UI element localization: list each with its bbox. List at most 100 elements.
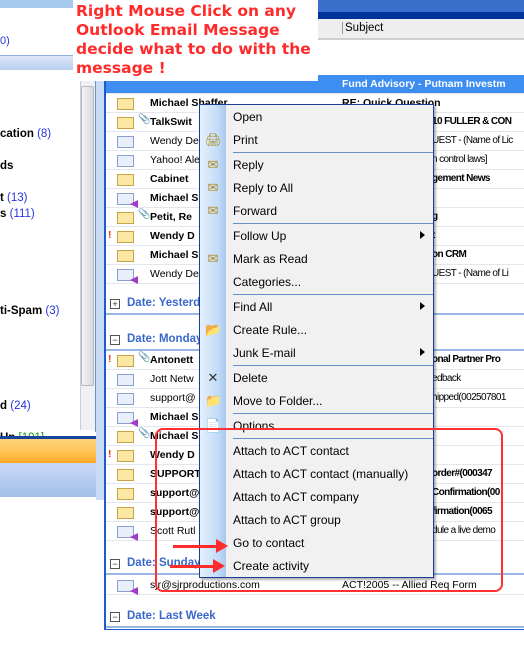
menu-item-delete[interactable]: ✕ Delete [200,367,433,390]
menu-item-junk-e-mail[interactable]: Junk E-mail [200,342,433,365]
collapse-icon[interactable]: − [110,559,120,569]
nav-button-mail[interactable] [0,436,96,463]
message-from: Michael S [150,192,199,204]
menu-separator [233,223,433,224]
menu-item-reply[interactable]: ✉ Reply [200,154,433,177]
menu-item-label: Delete [233,371,268,385]
unread-envelope-icon [117,231,134,243]
menu-item-label: Find All [233,300,273,314]
message-from: Petit, Re [150,211,193,223]
message-subject: edback [432,373,461,384]
unread-envelope-icon [117,507,134,519]
nav-button[interactable] [0,463,96,497]
importance-icon: ! [108,448,112,460]
folder-name: ti-Spam [0,305,43,317]
message-from: Cabinet [150,173,189,185]
folder-item[interactable]: ti-Spam (3) [0,305,59,317]
mark-read-icon: ✉ [207,251,219,266]
unread-envelope-icon [117,117,134,129]
folder-name: t [0,192,4,204]
collapse-icon[interactable]: − [110,612,120,622]
message-from: support@ [150,392,196,404]
unread-envelope-icon [117,250,134,262]
column-subject[interactable]: Subject [342,22,383,34]
reply-all-icon: ✉ [207,180,219,195]
unread-envelope-icon [117,174,134,186]
expand-icon[interactable]: + [110,299,120,309]
menu-item-find-all[interactable]: Find All [200,296,433,319]
unread-envelope-icon [117,450,134,462]
menu-item-label: Forward [233,204,278,218]
menu-item-categories[interactable]: Categories... [200,271,433,294]
menu-item-label: Open [233,110,263,124]
delete-icon: ✕ [207,370,219,385]
submenu-arrow-icon [420,231,425,239]
unread-envelope-icon [117,212,134,224]
annotation-arrow [170,559,225,573]
importance-icon: ! [108,353,112,365]
message-from: Michael S [150,249,199,261]
folder-count: (8) [37,128,52,140]
replied-envelope-icon [117,193,138,208]
menu-item-label: Reply [233,158,264,172]
unread-envelope-icon [117,98,134,110]
message-subject: hipped(002507801 [432,392,506,403]
message-subject: UEST - (Name of Lic [432,135,513,146]
importance-icon: ! [108,229,112,241]
menu-item-create-rule[interactable]: 📂 Create Rule... [200,319,433,342]
folder-item[interactable]: cation (8) [0,128,51,140]
menu-separator [233,365,433,366]
collapse-icon[interactable]: − [110,335,120,345]
folder-item[interactable]: t (13) [0,192,28,204]
move-folder-icon: 📁 [205,393,222,408]
message-from: Wendy De [150,268,199,280]
folder-item[interactable]: d (24) [0,400,31,412]
menu-item-forward[interactable]: ✉ Forward [200,200,433,223]
menu-item-print[interactable]: 🖨 Print [200,129,433,152]
folder-name: s [0,208,7,220]
folder-item[interactable]: ds [0,160,13,172]
menu-item-label: Junk E-mail [233,346,296,360]
replied-envelope-icon [117,269,138,284]
reply-icon: ✉ [207,157,219,172]
message-from: Wendy D [150,230,195,242]
menu-item-label: Categories... [233,275,302,289]
menu-item-label: Follow Up [233,229,287,243]
folder-name: ds [0,160,14,172]
message-subject: n control laws] [432,154,488,165]
forward-icon: ✉ [207,203,219,218]
attachment-icon: 📎 [138,352,151,363]
message-subject: 10 FULLER & CON [432,116,512,127]
rule-icon: 📂 [205,322,222,337]
menu-item-open[interactable]: Open [200,106,433,129]
folder-item[interactable]: s (111) [0,208,35,220]
message-subject: gement News [432,173,490,184]
message-subject: UEST - (Name of Li [432,268,509,279]
message-subject: Fund Advisory - Putnam Investm [342,78,506,90]
scrollbar-thumb[interactable] [81,86,94,386]
unread-envelope-icon [117,488,134,500]
message-subject: on CRM [432,249,467,260]
folder-count: (111) [9,208,35,220]
menu-item-mark-as-read[interactable]: ✉ Mark as Read [200,248,433,271]
annotation-note: Right Mouse Click on any Outlook Email M… [73,0,318,81]
date-group-header[interactable]: − Date: Last Week [106,608,524,628]
menu-item-label: Mark as Read [233,252,308,266]
folder-count: 0) [0,35,10,47]
menu-separator [233,152,433,153]
message-from: Yahoo! Ale [150,154,201,166]
attachment-icon: 📎 [138,428,151,439]
group-label: Date: Monday [127,333,203,345]
folder-count: (24) [10,400,31,412]
unread-envelope-icon [117,431,134,443]
message-subject: onal Partner Pro [432,354,501,365]
menu-item-follow-up[interactable]: Follow Up [200,225,433,248]
unread-envelope-icon [117,355,134,367]
menu-item-move-to-folder[interactable]: 📁 Move to Folder... [200,390,433,413]
menu-item-label: Print [233,133,258,147]
printer-icon: 🖨 [205,132,222,147]
read-envelope-icon [117,393,134,405]
message-from: TalkSwit [150,116,192,128]
folder-count: (3) [45,305,60,317]
menu-item-reply-to-all[interactable]: ✉ Reply to All [200,177,433,200]
